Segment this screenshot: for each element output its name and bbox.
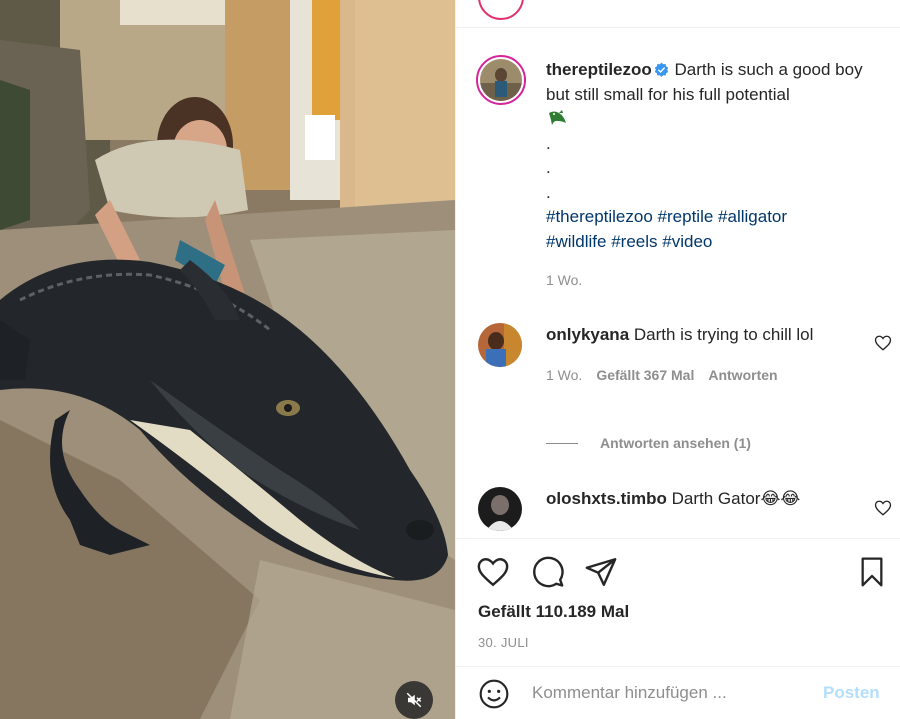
post-date: 30. JULI xyxy=(478,635,529,650)
post-author-username[interactable]: thereptilezoo xyxy=(546,60,652,79)
mute-button[interactable] xyxy=(395,681,433,719)
alligator-emoji-icon xyxy=(549,110,566,125)
laughing-emoji-icon: 😂😂 xyxy=(760,489,801,508)
comment-item: oloshxts.timbo Darth Gator😂😂 xyxy=(546,487,846,512)
comment-form: Posten xyxy=(456,666,900,719)
hashtag-link[interactable]: #thereptilezoo xyxy=(546,207,653,226)
comment-icon[interactable] xyxy=(531,555,565,589)
post-comment-button[interactable]: Posten xyxy=(823,683,880,703)
hashtag-link[interactable]: #wildlife xyxy=(546,232,606,251)
post-media[interactable] xyxy=(0,0,455,719)
reply-button[interactable]: Antworten xyxy=(708,367,777,383)
avatar-image xyxy=(478,487,522,531)
hashtag-link[interactable]: #reels xyxy=(611,232,657,251)
comment-text: Darth is trying to chill lol xyxy=(633,325,814,344)
share-icon[interactable] xyxy=(584,555,618,589)
comment-like-heart-icon[interactable] xyxy=(874,499,892,517)
video-frame xyxy=(0,0,455,719)
hashtags: #thereptilezoo #reptile #alligator #wild… xyxy=(546,205,886,254)
comment-username[interactable]: onlykyana xyxy=(546,325,629,344)
hashtag-link[interactable]: #reptile xyxy=(658,207,714,226)
comment-username[interactable]: oloshxts.timbo xyxy=(546,489,667,508)
post-caption: thereptilezoo Darth is such a good boy b… xyxy=(546,58,886,293)
mute-icon xyxy=(406,692,422,708)
comment-like-heart-icon[interactable] xyxy=(874,334,892,352)
hashtag-link[interactable]: #alligator xyxy=(718,207,787,226)
bookmark-icon[interactable] xyxy=(856,555,888,589)
commenter-avatar[interactable] xyxy=(478,487,522,531)
post-author-avatar[interactable] xyxy=(476,55,526,105)
caption-dots: . . . xyxy=(546,133,551,202)
heart-icon[interactable] xyxy=(476,555,510,589)
commenter-avatar[interactable] xyxy=(478,323,522,367)
like-count[interactable]: Gefällt 110.189 Mal xyxy=(478,602,629,622)
post-header-strip xyxy=(456,0,900,28)
verified-icon xyxy=(654,62,668,77)
comment-likes[interactable]: Gefällt 367 Mal xyxy=(596,367,694,383)
header-avatar-ring[interactable] xyxy=(478,0,524,20)
avatar-image xyxy=(480,59,522,101)
comment-timestamp[interactable]: 1 Wo. xyxy=(546,367,582,383)
post-sidebar: thereptilezoo Darth is such a good boy b… xyxy=(455,0,900,719)
view-replies-button[interactable]: Antworten ansehen (1) xyxy=(546,435,751,451)
avatar-image xyxy=(478,323,522,367)
comment-item: onlykyana Darth is trying to chill lol 1… xyxy=(546,323,846,387)
comment-text: Darth Gator xyxy=(671,489,761,508)
post-timestamp[interactable]: 1 Wo. xyxy=(546,272,582,288)
comment-input[interactable] xyxy=(532,679,782,707)
emoji-icon[interactable] xyxy=(478,678,510,710)
post-actions: Gefällt 110.189 Mal 30. JULI xyxy=(456,538,900,666)
hashtag-link[interactable]: #video xyxy=(662,232,712,251)
